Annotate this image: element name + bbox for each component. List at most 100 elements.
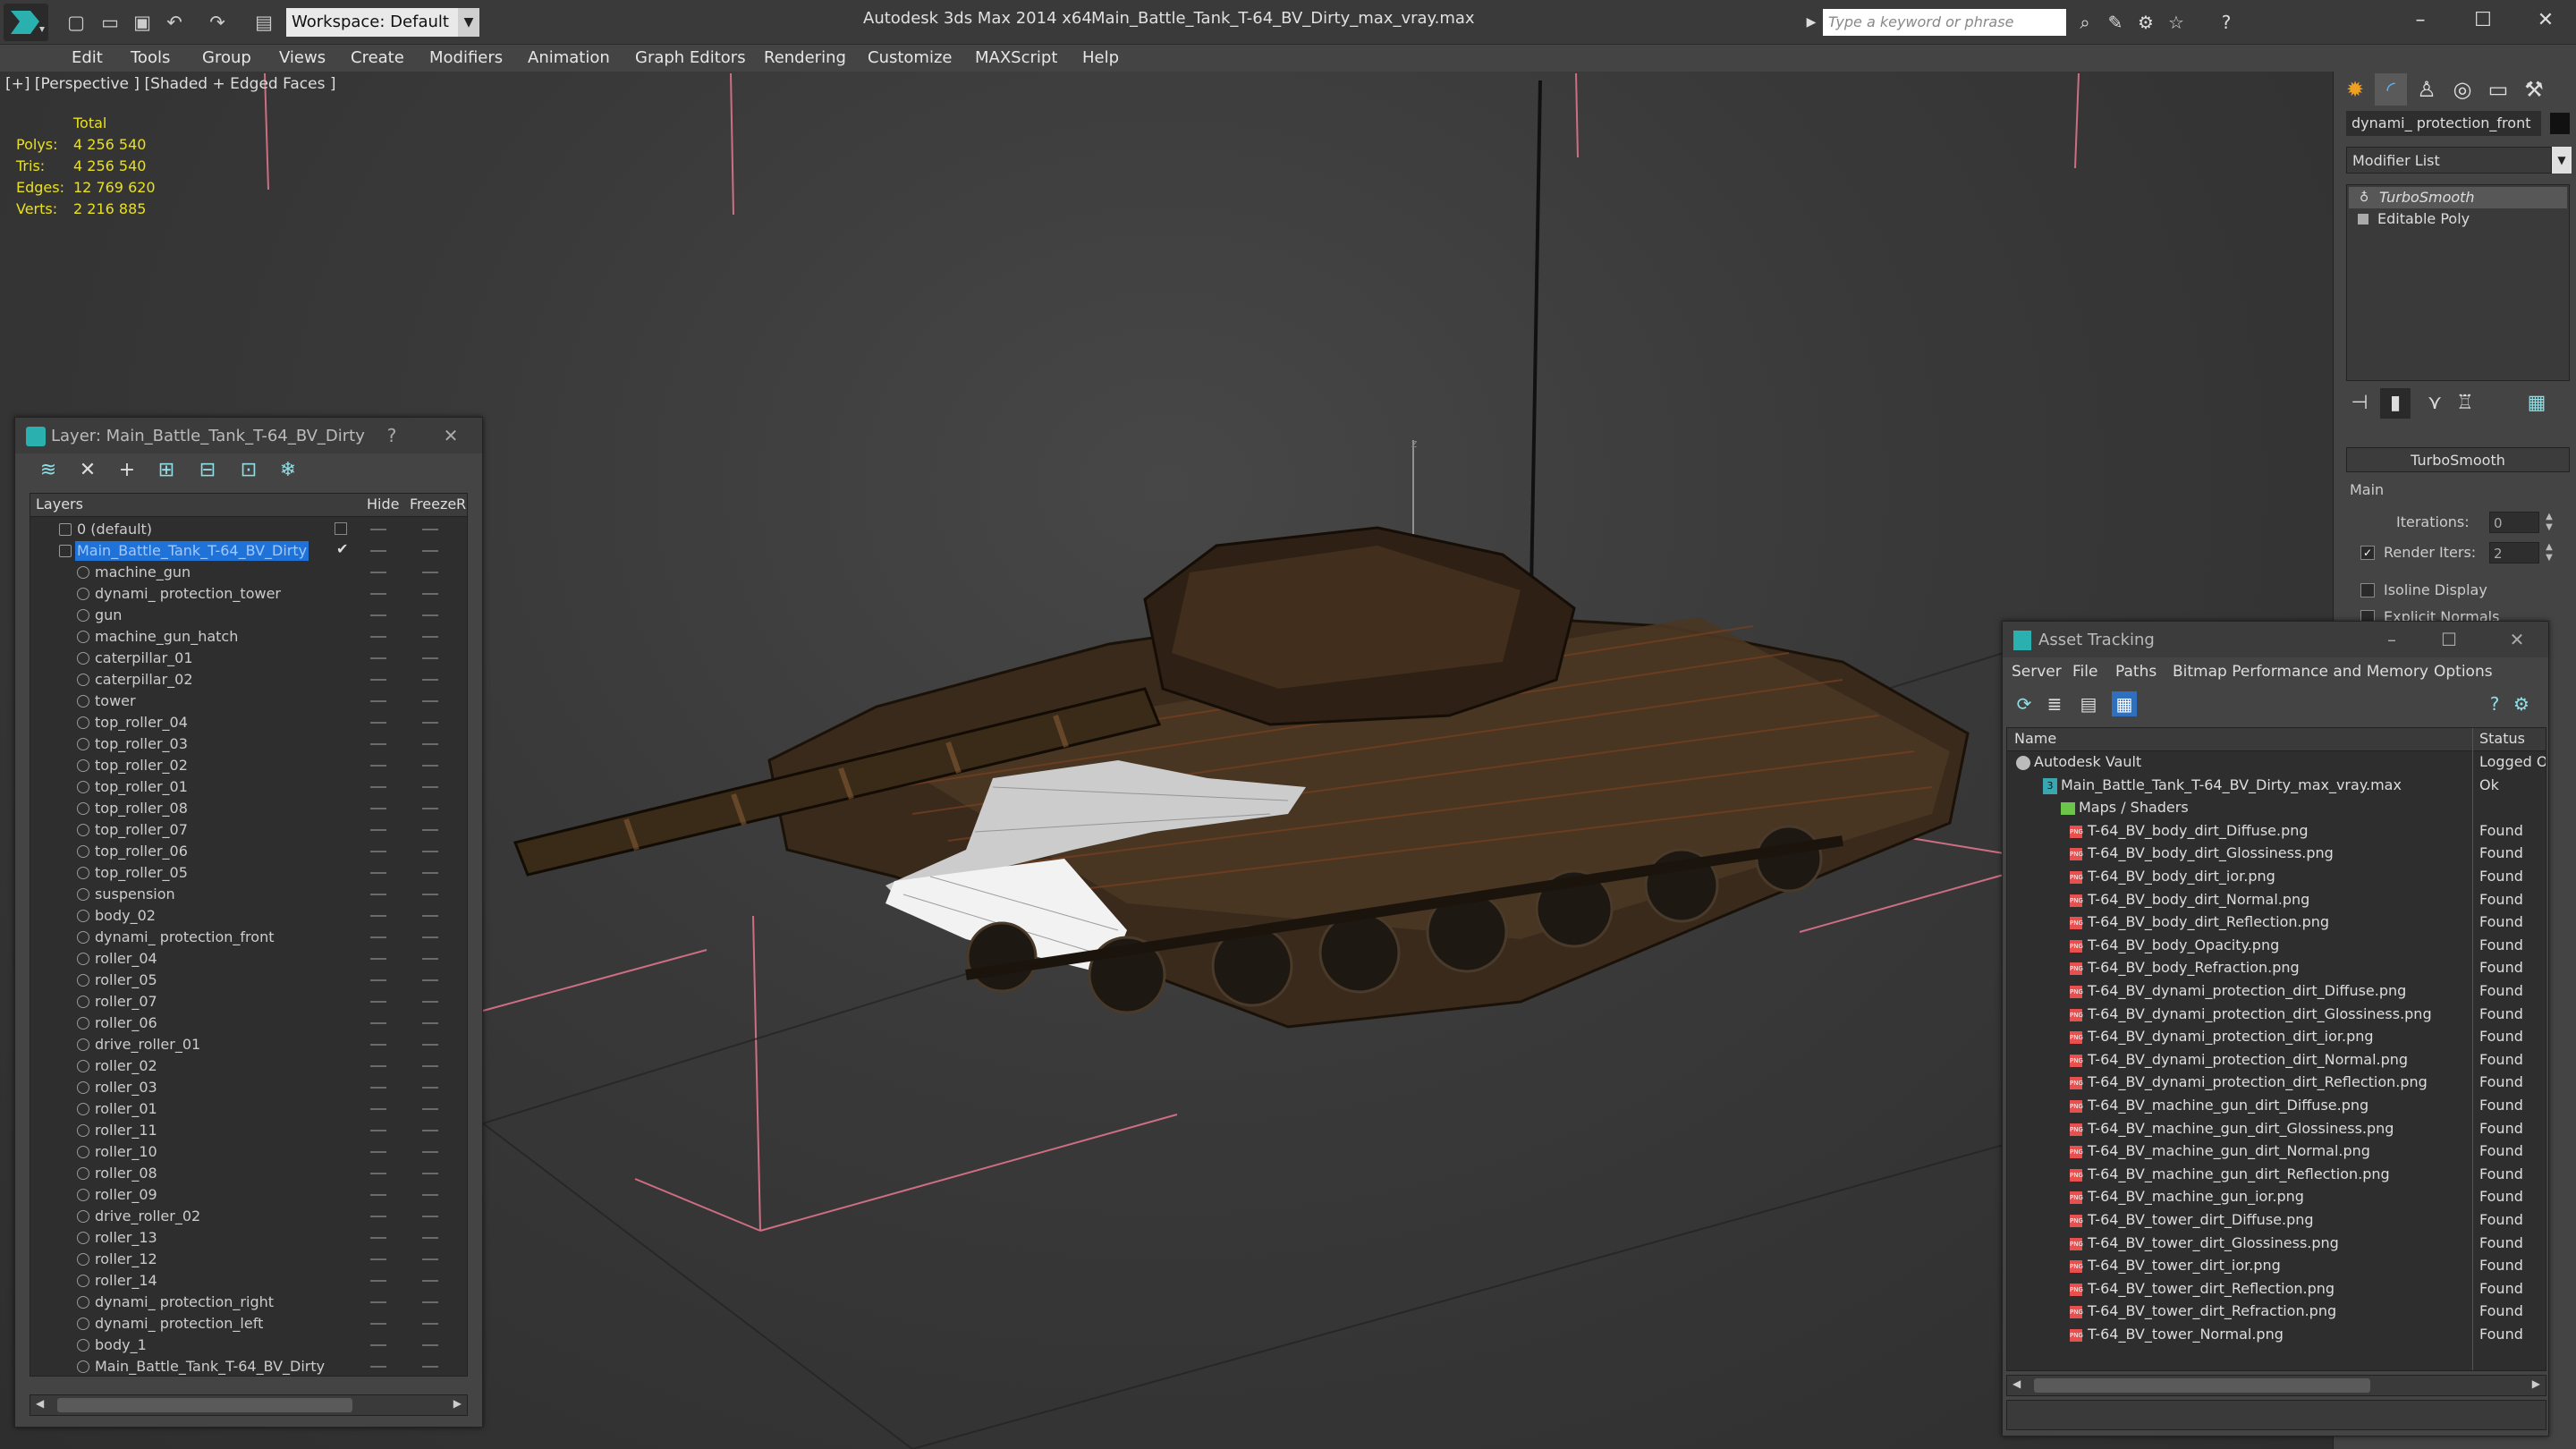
save-file-icon[interactable]: ▣ <box>131 11 154 34</box>
layer-row[interactable]: machine_gun <box>30 562 467 583</box>
scroll-thumb[interactable] <box>57 1398 352 1412</box>
asset-menu-paths[interactable]: Paths <box>2115 663 2157 681</box>
asset-row[interactable]: PNG T-64_BV_dynami_protection_dirt_ior.pn… <box>2007 1026 2546 1049</box>
menu-create[interactable]: Create <box>351 45 404 72</box>
hide-toggle[interactable] <box>370 572 386 573</box>
hide-toggle[interactable] <box>370 1237 386 1239</box>
render-iters-checkbox[interactable]: ✓ <box>2360 546 2375 560</box>
workspace-selector[interactable]: Workspace: Default <box>286 8 465 37</box>
hide-toggle[interactable] <box>370 1108 386 1110</box>
freeze-toggle[interactable] <box>422 1216 438 1217</box>
layer-row[interactable]: gun <box>30 605 467 626</box>
hide-toggle[interactable] <box>370 1216 386 1217</box>
asset-row[interactable]: PNG T-64_BV_body_Opacity.png Found <box>2007 935 2546 958</box>
layer-row[interactable]: suspension <box>30 884 467 905</box>
layer-row[interactable]: top_roller_07 <box>30 819 467 841</box>
undo-icon[interactable]: ↶ <box>163 11 186 34</box>
asset-minimize-button[interactable]: – <box>2378 627 2405 652</box>
grid-view-icon[interactable]: ▦ <box>2112 691 2137 716</box>
add-to-layer-icon[interactable]: + <box>114 457 140 484</box>
redo-icon[interactable]: ↷ <box>206 11 229 34</box>
layer-row[interactable]: roller_08 <box>30 1163 467 1184</box>
scroll-thumb[interactable] <box>2034 1378 2370 1393</box>
hide-toggle[interactable] <box>370 1130 386 1131</box>
asset-settings-icon[interactable]: ⚙ <box>2509 691 2534 716</box>
freeze-toggle[interactable] <box>422 657 438 659</box>
create-layer-icon[interactable]: ≋ <box>35 457 62 484</box>
remove-modifier-icon[interactable]: ♖ <box>2450 388 2480 419</box>
layer-row[interactable]: top_roller_05 <box>30 862 467 884</box>
asset-row[interactable]: PNG T-64_BV_machine_gun_dirt_Glossiness.p… <box>2007 1118 2546 1141</box>
freeze-toggle[interactable] <box>422 722 438 724</box>
freeze-toggle[interactable] <box>422 700 438 702</box>
hide-toggle[interactable] <box>370 958 386 960</box>
layer-row[interactable]: 0 (default) <box>30 519 467 540</box>
asset-menu-options[interactable]: Options <box>2434 663 2493 681</box>
layer-row[interactable]: top_roller_01 <box>30 776 467 798</box>
asset-close-button[interactable]: ✕ <box>2504 627 2530 652</box>
hide-toggle[interactable] <box>370 1151 386 1153</box>
freeze-toggle[interactable] <box>422 1323 438 1325</box>
stack-item-turbosmooth[interactable]: TurboSmooth <box>2349 187 2567 208</box>
modifier-stack[interactable]: TurboSmooth ♁ Editable Poly <box>2346 184 2570 381</box>
layer-panel-titlebar[interactable]: Layer: Main_Battle_Tank_T-64_BV_Dirty ? … <box>15 418 482 453</box>
hide-toggle[interactable] <box>370 765 386 767</box>
freeze-toggle[interactable] <box>422 1258 438 1260</box>
layer-row[interactable]: drive_roller_01 <box>30 1034 467 1055</box>
menu-customize[interactable]: Customize <box>868 45 952 72</box>
list-view-icon[interactable]: ≣ <box>2042 691 2067 716</box>
freeze-toggle[interactable] <box>422 1344 438 1346</box>
freeze-toggle[interactable] <box>422 572 438 573</box>
scroll-right-icon[interactable]: ▶ <box>453 1397 462 1410</box>
freeze-toggle[interactable] <box>422 1130 438 1131</box>
hide-toggle[interactable] <box>370 894 386 895</box>
subscription-icon[interactable]: ✎ <box>2102 9 2129 36</box>
asset-menu-server[interactable]: Server <box>2012 663 2062 681</box>
layer-row[interactable]: roller_03 <box>30 1077 467 1098</box>
freeze-toggle[interactable] <box>422 1001 438 1003</box>
modifier-list-chevron-icon[interactable]: ▼ <box>2552 147 2572 174</box>
layer-row[interactable]: dynami_ protection_left <box>30 1313 467 1335</box>
search-input[interactable]: Type a keyword or phrase <box>1823 9 2066 36</box>
layer-panel-help-button[interactable]: ? <box>378 423 405 448</box>
asset-row[interactable]: 3 Main_Battle_Tank_T-64_BV_Dirty_max_vray… <box>2007 775 2546 798</box>
layer-row[interactable]: tower <box>30 691 467 712</box>
asset-row[interactable]: PNG T-64_BV_dynami_protection_dirt_Normal… <box>2007 1049 2546 1072</box>
object-color-swatch[interactable] <box>2550 113 2570 134</box>
freeze-toggle[interactable] <box>422 958 438 960</box>
menu-group[interactable]: Group <box>202 45 251 72</box>
asset-row[interactable]: PNG T-64_BV_machine_gun_ior.png Found <box>2007 1186 2546 1209</box>
layers-list[interactable]: Layers Hide Freeze R 0 (default) Main_Bat… <box>30 493 468 1377</box>
asset-row[interactable]: PNG T-64_BV_body_dirt_Glossiness.png Found <box>2007 843 2546 866</box>
hide-toggle[interactable] <box>370 529 386 530</box>
freeze-toggle[interactable] <box>422 915 438 917</box>
scroll-left-icon[interactable]: ◀ <box>36 1397 44 1410</box>
freeze-toggle[interactable] <box>422 1280 438 1282</box>
asset-row[interactable]: Autodesk Vault Logged O <box>2007 751 2546 775</box>
freeze-toggle[interactable] <box>422 786 438 788</box>
refresh-icon[interactable]: ⟳ <box>2012 691 2037 716</box>
column-name[interactable]: Name <box>2014 730 2056 747</box>
tank-model[interactable] <box>513 526 1970 1029</box>
hide-all-icon[interactable]: ⊡ <box>235 457 262 484</box>
hide-toggle[interactable] <box>370 1173 386 1174</box>
hide-toggle[interactable] <box>370 722 386 724</box>
menu-edit[interactable]: Edit <box>72 45 103 72</box>
layer-row[interactable]: machine_gun_hatch <box>30 626 467 648</box>
hide-toggle[interactable] <box>370 936 386 938</box>
hide-toggle[interactable] <box>370 1301 386 1303</box>
hide-toggle[interactable] <box>370 593 386 595</box>
asset-table[interactable]: Name Status Autodesk Vault Logged O 3 Main_… <box>2006 727 2546 1371</box>
freeze-toggle[interactable] <box>422 894 438 895</box>
asset-row[interactable]: Maps / Shaders <box>2007 797 2546 820</box>
asset-row[interactable]: PNG T-64_BV_tower_dirt_Diffuse.png Found <box>2007 1209 2546 1233</box>
current-layer-checkbox[interactable] <box>335 522 347 535</box>
display-tab-icon[interactable]: ▭ <box>2482 73 2514 106</box>
asset-row[interactable]: PNG T-64_BV_machine_gun_dirt_Reflection.p… <box>2007 1164 2546 1187</box>
hide-toggle[interactable] <box>370 1001 386 1003</box>
layer-row[interactable]: roller_07 <box>30 991 467 1013</box>
menu-graph-editors[interactable]: Graph Editors <box>635 45 746 72</box>
hide-toggle[interactable] <box>370 786 386 788</box>
freeze-toggle[interactable] <box>422 593 438 595</box>
layer-panel-close-button[interactable]: ✕ <box>437 423 464 448</box>
